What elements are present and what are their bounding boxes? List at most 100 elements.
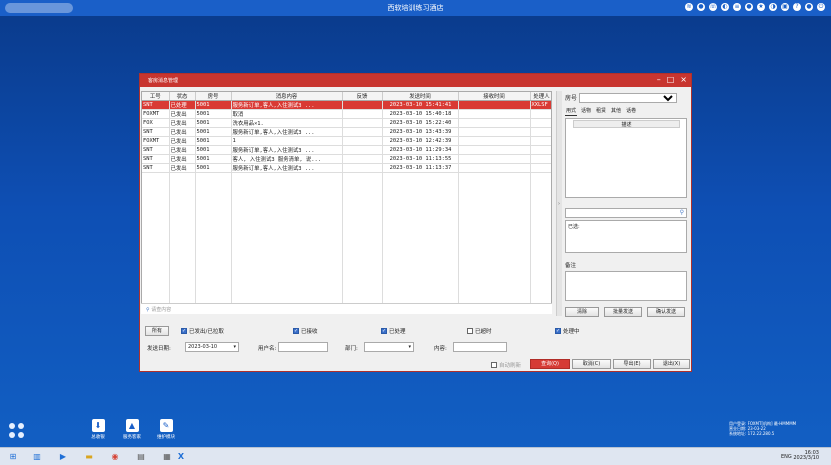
selected-box[interactable]: 已选: [565, 220, 687, 253]
empty-cell [142, 223, 170, 232]
app-logo-icon[interactable] [9, 423, 25, 439]
cancel-button[interactable]: 取消(C) [572, 359, 611, 369]
app-icon[interactable]: ▤ [134, 450, 148, 463]
table-row[interactable]: SNT 已发出 5001 服务新订单,客人,入住测试3 ... 2023-03-10 1… [142, 145, 551, 155]
check-processed[interactable]: ✓ 已处理 [381, 327, 406, 335]
column-header[interactable]: 处理人 [530, 92, 551, 101]
tab-4[interactable]: 话卷 [625, 106, 637, 116]
window-icon[interactable]: ▣ [781, 3, 789, 11]
app2-icon[interactable]: ▦ [160, 450, 174, 463]
right-panel: 房号 用式 话物 租赁 其他 话卷 描述 ⚲ 已选: 备注 清除 批量发送 确认发送 [565, 91, 689, 321]
column-header[interactable]: 发送时间 [382, 92, 459, 101]
column-header[interactable]: 反馈 [342, 92, 383, 101]
lock-icon[interactable]: ● [805, 3, 813, 11]
tab-2[interactable]: 租赁 [595, 106, 607, 116]
clear-button[interactable]: 清除 [565, 307, 599, 317]
xr-icon[interactable]: X [174, 450, 188, 463]
user-input[interactable] [278, 342, 328, 352]
ime-indicator[interactable]: ENG [781, 454, 792, 460]
empty-cell [142, 232, 170, 241]
close-icon[interactable]: × [680, 75, 687, 84]
empty-cell [530, 283, 551, 292]
table-row[interactable]: FOXMT 已发出 5001 取消 2023-03-10 15:40:18 [142, 109, 551, 119]
table-row[interactable]: SNT 已发出 5001 服务新订单,客人,入住测试3 ... 2023-03-10 1… [142, 163, 551, 173]
column-header[interactable]: 工号 [142, 92, 170, 101]
moon-icon[interactable]: ◑ [769, 3, 777, 11]
item-search-input[interactable]: ⚲ [565, 208, 687, 218]
settings-icon[interactable]: ◐ [721, 3, 729, 11]
tab-1[interactable]: 话物 [580, 106, 592, 116]
minimize-icon[interactable]: – [657, 75, 661, 84]
content-input[interactable] [453, 342, 507, 352]
user-icon[interactable]: ● [745, 3, 753, 11]
folder-icon[interactable]: ▬ [82, 450, 96, 463]
star-icon[interactable]: ★ [757, 3, 765, 11]
table-cell [458, 136, 531, 146]
empty-cell [530, 198, 551, 207]
table-row[interactable]: SNT 已处理 5001 服务新订单,客人,入住测试3 ... 2023-03-10 1… [142, 100, 551, 110]
check-sent[interactable]: ✓ 已发出/已拉取 [181, 327, 224, 335]
table-row[interactable]: FOXMT 已发出 5001 1 2023-03-10 12:42:39 [142, 136, 551, 146]
table-row[interactable]: SNT 已发出 5001 服务新订单,客人,入住测试3 ... 2023-03-10 1… [142, 127, 551, 137]
checkbox-icon: ✓ [381, 328, 387, 334]
column-header[interactable]: 接收时间 [458, 92, 531, 101]
table-cell [342, 154, 383, 164]
check-processing[interactable]: ✓ 处理中 [555, 327, 580, 335]
empty-cell [458, 189, 531, 198]
table-row[interactable]: SNT 已发出 5001 客人, 入住测试3 服务清单, 说... 2023-03-10… [142, 154, 551, 164]
power-icon[interactable]: ⏻ [817, 3, 825, 11]
terminal-icon[interactable]: ▶ [56, 450, 70, 463]
dept-select[interactable]: ▾ [364, 342, 414, 352]
shortcut-maintenance[interactable]: ✎ 维护模块 [156, 419, 176, 440]
column-header[interactable]: 房号 [195, 92, 232, 101]
check-timeout[interactable]: 已超时 [467, 327, 492, 335]
confirm-send-button[interactable]: 确认发送 [647, 307, 685, 317]
tab-0[interactable]: 用式 [565, 106, 578, 116]
maximize-icon[interactable]: □ [667, 75, 675, 84]
column-header[interactable]: 状态 [169, 92, 196, 101]
chrome-icon[interactable]: ◉ [108, 450, 122, 463]
empty-cell [169, 198, 196, 207]
query-button[interactable]: 查询(Q) [530, 359, 570, 369]
shortcut-cashier[interactable]: ⬇ 总收银 [88, 419, 108, 440]
clock[interactable]: 16:03 2023/3/10 [793, 451, 819, 461]
tab-3[interactable]: 其他 [610, 106, 622, 116]
location-icon[interactable]: ● [697, 3, 705, 11]
table-cell: 5001 [195, 163, 232, 173]
grid-search-input[interactable]: ⚲ 请查内容 [141, 303, 552, 314]
empty-row [142, 189, 551, 198]
empty-row [142, 283, 551, 292]
table-cell: 客人, 入住测试3 服务清单, 说... [231, 154, 343, 164]
window-titlebar[interactable]: 客房消息管理 – □ × [140, 74, 691, 87]
empty-cell [142, 266, 170, 275]
export-button[interactable]: 导出(E) [613, 359, 651, 369]
check-received[interactable]: ✓ 已接收 [293, 327, 318, 335]
item-list[interactable]: 描述 [565, 118, 687, 198]
column-header[interactable]: 消息内容 [231, 92, 343, 101]
desktop-icon[interactable]: ▥ [30, 450, 44, 463]
batch-send-button[interactable]: 批量发送 [604, 307, 642, 317]
panel-splitter[interactable]: › [556, 91, 562, 316]
wifi-icon[interactable]: ≋ [685, 3, 693, 11]
menu-icon[interactable]: ≡ [733, 3, 741, 11]
empty-cell [342, 198, 383, 207]
table-cell [458, 154, 531, 164]
date-picker[interactable]: 2023-03-10 ▾ [185, 342, 239, 352]
table-cell [530, 154, 551, 164]
help-icon[interactable]: ? [793, 3, 801, 11]
shortcut-service[interactable]: ▲ 服务客家 [122, 419, 142, 440]
all-button[interactable]: 所有 [145, 326, 169, 336]
auto-refresh-check[interactable]: 自动刷新 [491, 361, 521, 369]
table-row[interactable]: FOX 已发出 5001 洗衣用品×1. 2023-03-10 15:22:40 [142, 118, 551, 128]
room-select[interactable] [579, 92, 678, 103]
table-cell: 5001 [195, 100, 232, 110]
windows-start-icon[interactable]: ⊞ [6, 450, 20, 463]
note-input[interactable] [565, 271, 687, 301]
exit-button[interactable]: 退出(X) [653, 359, 690, 369]
empty-cell [530, 172, 551, 181]
message-grid: 工号 状态 房号 消息内容 反馈 发送时间 接收时间 处理人 SNT 已处理 5001 服务新订单,… [141, 91, 552, 314]
empty-cell [195, 223, 232, 232]
empty-cell [195, 215, 232, 224]
phone-icon[interactable]: ☏ [709, 3, 717, 11]
empty-cell [169, 283, 196, 292]
